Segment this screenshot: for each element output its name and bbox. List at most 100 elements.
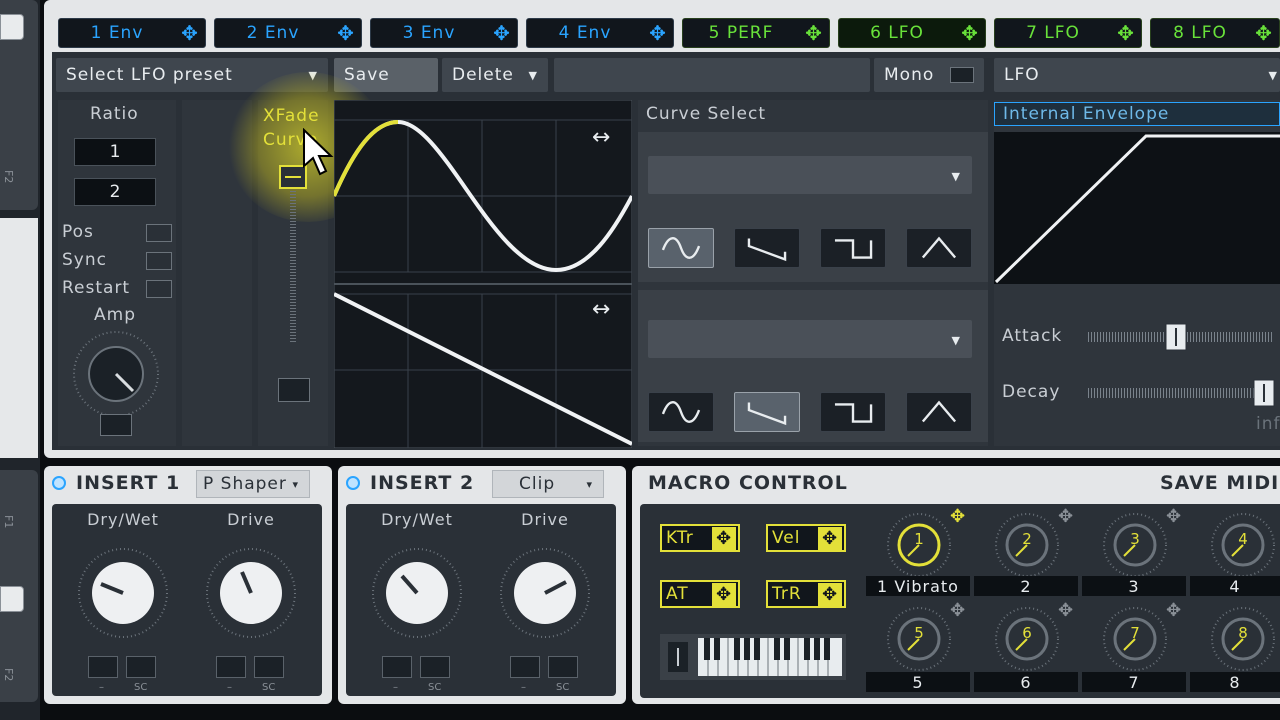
move-icon[interactable]: ✥	[818, 583, 842, 607]
curve-b-sine-button[interactable]	[648, 392, 714, 432]
tab-2-env[interactable]: 2 Env ✥	[214, 18, 362, 48]
tab-4-env[interactable]: 4 Env ✥	[526, 18, 674, 48]
amp-mod-slot[interactable]	[100, 414, 132, 436]
move-icon[interactable]: ✥	[1166, 506, 1181, 527]
mono-toggle[interactable]: Mono	[874, 58, 984, 92]
sync-checkbox[interactable]	[146, 252, 172, 270]
move-icon[interactable]: ✥	[950, 600, 965, 621]
move-icon[interactable]: ✥	[1058, 506, 1073, 527]
envelope-dropdown[interactable]: Internal Envelope	[994, 102, 1280, 126]
move-icon[interactable]: ✥	[1166, 600, 1181, 621]
insert-2-power-led[interactable]	[346, 476, 360, 490]
trigger-random-button[interactable]: TrR ✥	[766, 580, 846, 608]
move-icon[interactable]: ✥	[179, 22, 201, 44]
curve-b-saw-button[interactable]	[734, 392, 800, 432]
tab-6-lfo[interactable]: 6 LFO ✥	[838, 18, 986, 48]
insert-2-dash-label: –	[393, 682, 398, 693]
insert-2-drive-mod-slot[interactable]	[510, 656, 540, 678]
xfade-mod-slot[interactable]	[278, 378, 310, 402]
insert-1-drive-knob[interactable]	[204, 546, 298, 640]
insert-1-drywet-knob[interactable]	[76, 546, 170, 640]
pos-checkbox[interactable]	[146, 224, 172, 242]
keyboard-icon[interactable]	[660, 634, 846, 680]
xfade-slider[interactable]	[276, 160, 310, 350]
preset-name-field[interactable]	[554, 58, 870, 92]
insert-2-drywet-knob[interactable]	[370, 546, 464, 640]
move-icon[interactable]: ✥	[959, 22, 981, 44]
tab-3-env[interactable]: 3 Env ✥	[370, 18, 518, 48]
insert-1-drywet-sc-slot[interactable]	[126, 656, 156, 678]
move-icon[interactable]: ✥	[712, 527, 736, 551]
insert-1-type-dropdown[interactable]: P Shaper ▾	[196, 470, 310, 498]
curve-b-dropdown[interactable]: ▼	[648, 320, 972, 358]
ratio-denominator[interactable]: 2	[74, 178, 156, 206]
keytrack-button[interactable]: KTr ✥	[660, 524, 740, 552]
move-icon[interactable]: ✥	[647, 22, 669, 44]
insert-2-drywet-mod-slot[interactable]	[382, 656, 412, 678]
aftertouch-button[interactable]: AT ✥	[660, 580, 740, 608]
macro-control-title: MACRO CONTROL	[648, 472, 848, 494]
move-icon[interactable]: ✥	[950, 506, 965, 527]
move-icon[interactable]: ✥	[491, 22, 513, 44]
chevron-down-icon: ▼	[1268, 68, 1278, 82]
tab-1-env[interactable]: 1 Env ✥	[58, 18, 206, 48]
move-icon[interactable]: ✥	[803, 22, 825, 44]
left-sidebar-button-top[interactable]	[0, 14, 24, 40]
tab-label: 6 LFO	[870, 23, 924, 43]
insert-2-drywet-sc-slot[interactable]	[420, 656, 450, 678]
macro-label-2: 2	[974, 576, 1078, 596]
chevron-down-icon: ▾	[586, 477, 593, 491]
sync-label: Sync	[62, 250, 107, 270]
ratio-label: Ratio	[90, 104, 139, 124]
move-icon[interactable]: ✥	[818, 527, 842, 551]
curve-b-triangle-button[interactable]	[906, 392, 972, 432]
insert-2-drive-knob[interactable]	[498, 546, 592, 640]
macro-knob-2-number: 2	[1022, 530, 1032, 548]
insert-1-drywet-mod-slot[interactable]	[88, 656, 118, 678]
left-sidebar-label-f2-bottom: F2	[2, 668, 15, 682]
amp-knob[interactable]	[70, 328, 162, 420]
mono-checkbox[interactable]	[950, 67, 974, 83]
move-icon[interactable]: ✥	[335, 22, 357, 44]
insert-1-dash-label: –	[99, 682, 104, 693]
insert-1-drive-mod-slot[interactable]	[216, 656, 246, 678]
curve-b-square-button[interactable]	[820, 392, 886, 432]
insert-2-drive-sc-slot[interactable]	[548, 656, 578, 678]
lfo-waveform-display[interactable]: ↔ ↔	[334, 100, 632, 448]
tab-8-lfo[interactable]: 8 LFO ✥	[1150, 18, 1280, 48]
curve-a-square-button[interactable]	[820, 228, 886, 268]
curve-a-saw-button[interactable]	[734, 228, 800, 268]
curve-a-triangle-button[interactable]	[906, 228, 972, 268]
macro-label-4: 4	[1190, 576, 1280, 596]
decay-slider[interactable]	[1084, 378, 1280, 408]
chevron-down-icon: ▾	[292, 477, 299, 491]
velocity-button[interactable]: Vel ✥	[766, 524, 846, 552]
left-sidebar-button-bottom[interactable]	[0, 586, 24, 612]
attack-slider[interactable]	[1084, 322, 1280, 352]
save-midi-button[interactable]: SAVE MIDI	[1160, 472, 1279, 494]
move-icon[interactable]: ✥	[1253, 22, 1275, 44]
envelope-display[interactable]	[994, 132, 1280, 284]
move-icon[interactable]: ✥	[1058, 600, 1073, 621]
move-icon[interactable]: ✥	[712, 583, 736, 607]
chevron-down-icon: ▼	[528, 68, 538, 82]
mono-label: Mono	[884, 65, 935, 85]
tab-7-lfo[interactable]: 7 LFO ✥	[994, 18, 1142, 48]
left-sidebar: F2 F1 F2	[0, 0, 40, 720]
curve-a-sine-button[interactable]	[648, 228, 714, 268]
insert-1-power-led[interactable]	[52, 476, 66, 490]
ratio-numerator[interactable]: 1	[74, 138, 156, 166]
insert-1-drive-sc-slot[interactable]	[254, 656, 284, 678]
macro-label-8: 8	[1190, 672, 1280, 692]
mode-dropdown[interactable]: LFO ▼	[994, 58, 1280, 92]
save-label: Save	[344, 65, 390, 85]
envelope-dropdown-label: Internal Envelope	[1003, 104, 1170, 124]
insert-2-type-dropdown[interactable]: Clip ▾	[492, 470, 604, 498]
restart-checkbox[interactable]	[146, 280, 172, 298]
move-icon[interactable]: ✥	[1115, 22, 1137, 44]
tab-label: 1 Env	[90, 23, 144, 43]
delete-preset-button[interactable]: Delete ▼	[442, 58, 548, 92]
tab-5-perf[interactable]: 5 PERF ✥	[682, 18, 830, 48]
macro-label-5: 5	[866, 672, 970, 692]
curve-a-dropdown[interactable]: ▼	[648, 156, 972, 194]
